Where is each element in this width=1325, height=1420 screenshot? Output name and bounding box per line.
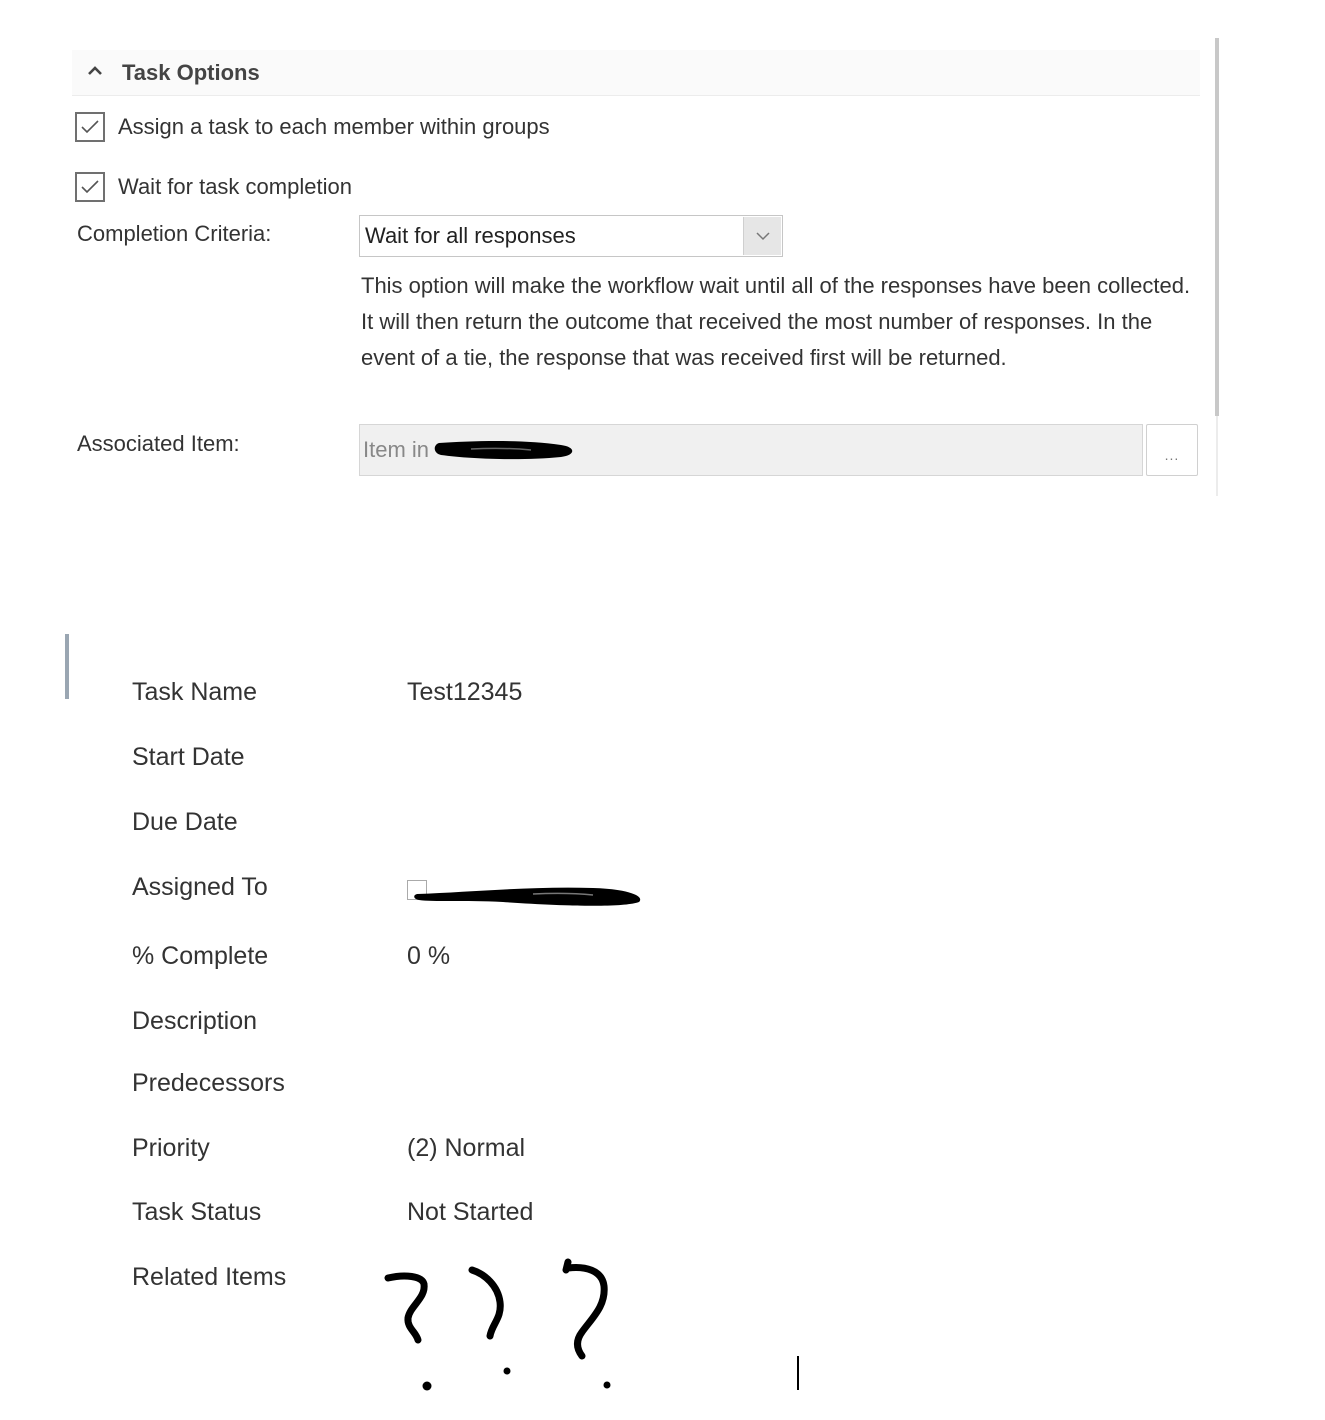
task-options-section-header[interactable]: Task Options (72, 50, 1200, 96)
wait-for-completion-label: Wait for task completion (118, 174, 352, 199)
assign-each-member-option[interactable]: Assign a task to each member within grou… (75, 112, 550, 142)
start-date-label: Start Date (132, 743, 245, 771)
due-date-label: Due Date (132, 808, 238, 836)
description-label: Description (132, 1007, 258, 1035)
priority-label: Priority (132, 1134, 210, 1162)
task-name-value: Test12345 (407, 678, 523, 706)
associated-item-browse-button[interactable]: ... (1146, 424, 1198, 476)
dropdown-button[interactable] (743, 217, 781, 255)
wait-for-completion-checkbox[interactable] (75, 172, 105, 202)
predecessors-label: Predecessors (132, 1069, 285, 1097)
chevron-up-icon (88, 63, 110, 80)
associated-item-input[interactable]: Item in (359, 424, 1143, 476)
redaction-scribble (434, 441, 573, 460)
task-name-label: Task Name (132, 678, 258, 706)
percent-complete-label: % Complete (132, 942, 269, 970)
question-marks-annotation (384, 1258, 611, 1391)
task-status-value: Not Started (407, 1198, 534, 1226)
section-title: Task Options (122, 59, 260, 85)
assigned-to-redaction[interactable] (413, 880, 645, 910)
task-status-label: Task Status (132, 1198, 262, 1226)
focus-indicator (65, 634, 69, 699)
assigned-to-label: Assigned To (132, 873, 268, 901)
associated-item-label: Associated Item: (77, 431, 240, 456)
text-cursor (797, 1356, 799, 1390)
checkmark-icon (81, 120, 99, 134)
priority-value: (2) Normal (407, 1134, 526, 1162)
associated-item-prefix: Item in (363, 437, 430, 462)
completion-criteria-label: Completion Criteria: (77, 221, 272, 246)
chevron-down-icon (755, 231, 770, 240)
percent-complete-value: 0 % (407, 942, 451, 970)
completion-criteria-help-text: This option will make the workflow wait … (361, 273, 1191, 370)
checkmark-icon (81, 180, 99, 194)
assign-each-member-label: Assign a task to each member within grou… (118, 114, 550, 139)
panel-scrollbar-thumb[interactable] (1215, 38, 1219, 416)
wait-for-completion-option[interactable]: Wait for task completion (75, 172, 352, 202)
related-items-label: Related Items (132, 1263, 287, 1291)
assign-each-member-checkbox[interactable] (75, 112, 105, 142)
completion-criteria-select[interactable]: Wait for all responses (359, 215, 783, 257)
completion-criteria-value: Wait for all responses (365, 223, 576, 248)
